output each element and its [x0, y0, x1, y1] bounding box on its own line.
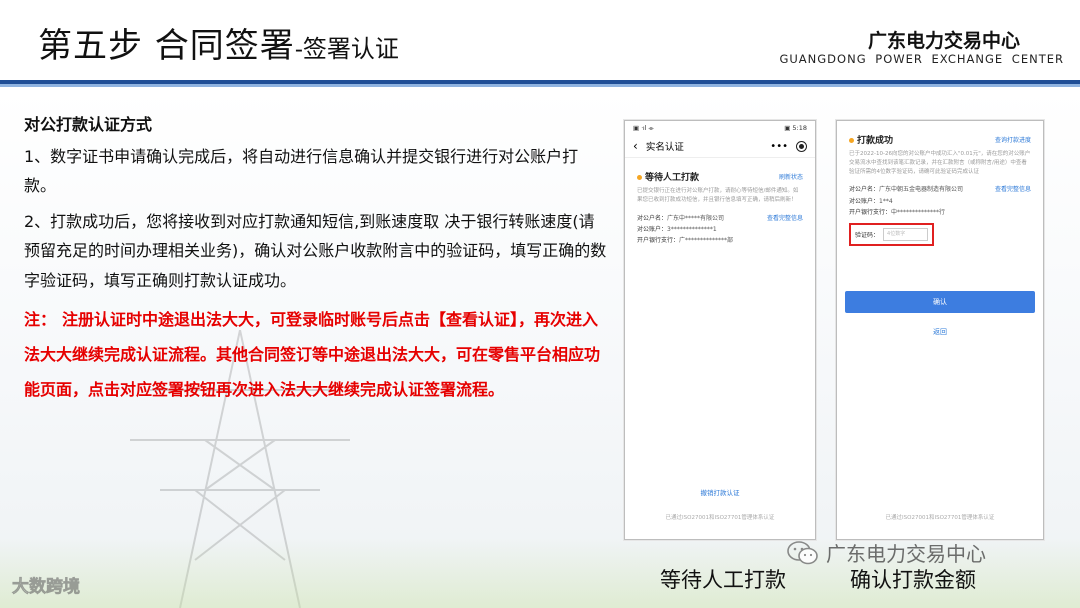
status-bar: ▣ ᐧıl ⌯ ▣ 5:18 [625, 121, 815, 135]
nav-title: 实名认证 [645, 142, 684, 153]
field-row: 开户银行支行：中**************行 [849, 209, 946, 217]
note-label: 注： [24, 309, 57, 329]
caption-confirm: 确认打款金额 [850, 568, 976, 592]
cancel-payment-auth-link[interactable]: 撤销打款认证 [625, 487, 815, 497]
iso-footer: 已通过ISO27001和ISO27701管理体系认证 [885, 515, 995, 521]
confirm-button[interactable]: 确认 [845, 291, 1035, 313]
title-sub: -签署认证 [294, 35, 399, 63]
field-row: 对公账户：1**4 [849, 197, 893, 205]
field-row: 开户银行支行：广**************部 [637, 237, 734, 245]
section-heading: 对公打款认证方式 [24, 115, 153, 134]
pending-dot-icon [637, 175, 642, 180]
paragraph-2: 2、打款成功后，您将接收到对应打款通知短信,到账速度取 决于银行转账速度(请预留… [24, 211, 607, 290]
iso-footer: 已通过ISO27001和ISO27701管理体系认证 [665, 515, 775, 521]
watermark-wechat: 广东电力交易中心 [786, 538, 986, 567]
more-icon[interactable]: ••• [770, 141, 788, 152]
card-description: 已于2022-10-26向您的对公账户中成功汇入"0.01元"，请在您的对公账户… [849, 151, 1031, 175]
title-main: 第五步 合同签署 [38, 26, 295, 66]
watermark-text: 广东电力交易中心 [826, 542, 986, 566]
view-info-link[interactable]: 查看完整信息 [767, 213, 803, 224]
nav-bar: ‹ 实名认证 ••• [625, 135, 815, 158]
verify-code-input[interactable]: 4位数字 [883, 227, 929, 241]
card-title: 打款成功 [849, 133, 893, 146]
phone-screenshot-waiting: ▣ ᐧıl ⌯ ▣ 5:18 ‹ 实名认证 ••• 等待人工打款 刷新状态 已提… [624, 120, 816, 540]
status-left: ▣ ᐧıl ⌯ [633, 123, 654, 132]
card-description: 已提交银行正在进行对公账户打款，请耐心等待短信/邮件通知。如果您已收到打款成功短… [637, 188, 799, 203]
header-rule-light [0, 84, 1080, 87]
card-title: 等待人工打款 [637, 170, 699, 183]
verify-label: 验证码： [855, 231, 880, 239]
note-text: 注册认证时中途退出法大大，可登录临时账号后点击【查看认证】，再次进入法大大继续完… [24, 309, 601, 399]
field-row: 对公户名：广东中*****有限公司 查看完整信息 [637, 213, 803, 224]
content-text: 对公打款认证方式 1、数字证书申请确认完成后，将自动进行信息确认并提交银行进行对… [24, 110, 610, 407]
wechat-icon [787, 540, 818, 564]
refresh-status-link[interactable]: 刷新状态 [779, 172, 803, 181]
org-name-en: GUANGDONG POWER EXCHANGE CENTER [779, 52, 1064, 66]
org-name-cn: 广东电力交易中心 [867, 30, 1020, 52]
header: 第五步 合同签署-签署认证 广东电力交易中心 GUANGDONG POWER E… [0, 0, 1080, 80]
view-info-link[interactable]: 查看完整信息 [995, 184, 1031, 195]
note: 注： 注册认证时中途退出法大大，可登录临时账号后点击【查看认证】，再次进入法大大继… [24, 302, 610, 408]
watermark-text: 大数跨境 [12, 577, 81, 598]
field-row: 对公账户：3**************1 [637, 225, 717, 233]
status-right: ▣ 5:18 [784, 124, 807, 132]
target-icon[interactable] [796, 140, 807, 152]
phone-screenshot-success: 打款成功 查询打款进度 已于2022-10-26向您的对公账户中成功汇入"0.0… [836, 120, 1044, 540]
status-card: 打款成功 查询打款进度 已于2022-10-26向您的对公账户中成功汇入"0.0… [843, 127, 1037, 252]
status-card: 等待人工打款 刷新状态 已提交银行正在进行对公账户打款，请耐心等待短信/邮件通知… [631, 164, 809, 253]
caption-waiting: 等待人工打款 [660, 568, 786, 592]
page-title: 第五步 合同签署-签署认证 [38, 18, 399, 67]
verify-code-highlight: 验证码： 4位数字 [849, 222, 935, 246]
paragraph-1: 1、数字证书申请确认完成后，将自动进行信息确认并提交银行进行对公账户打款。 [24, 146, 579, 196]
back-link[interactable]: 返回 [837, 327, 1043, 337]
status-dot-icon [849, 138, 854, 143]
back-arrow-icon[interactable]: ‹ [633, 139, 638, 153]
field-row: 对公户名：广东中朝五金电器制造有限公司 查看完整信息 [849, 184, 1031, 195]
watermark-brand: 大数跨境 [12, 572, 81, 598]
query-progress-link[interactable]: 查询打款进度 [995, 135, 1031, 144]
